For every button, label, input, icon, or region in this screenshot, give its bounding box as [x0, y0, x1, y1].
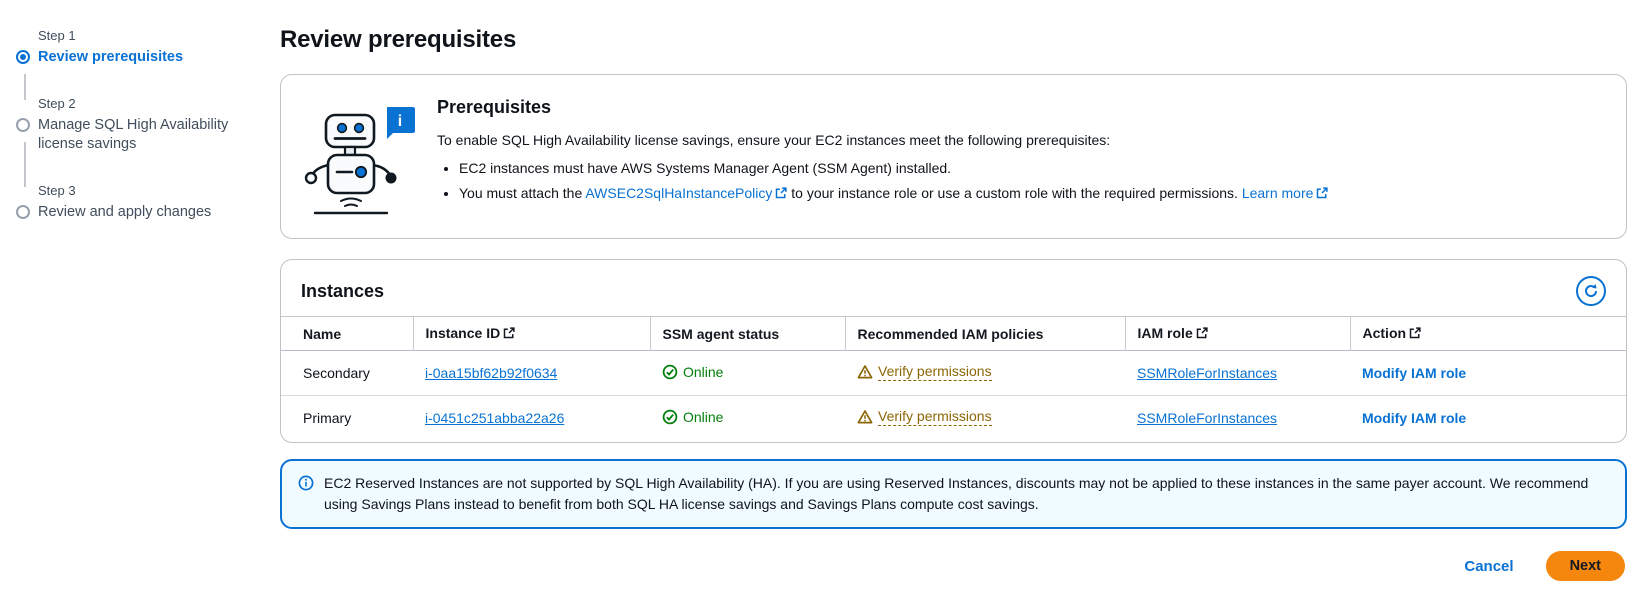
- cancel-button[interactable]: Cancel: [1464, 558, 1513, 575]
- iam-role-link[interactable]: SSMRoleForInstances: [1137, 410, 1277, 426]
- table-row: Primary i-0451c251abba22a26 Online Verif…: [281, 396, 1626, 443]
- step-item-2: Step 2 Manage SQL High Availability lice…: [16, 96, 266, 183]
- step-1-radio-icon[interactable]: [16, 50, 30, 64]
- table-row: Secondary i-0aa15bf62b92f0634 Online Ver…: [281, 351, 1626, 396]
- step-2-title[interactable]: Manage SQL High Availability license sav…: [38, 116, 253, 155]
- svg-text:i: i: [398, 113, 402, 130]
- modify-iam-role-button[interactable]: Modify IAM role: [1362, 365, 1466, 381]
- col-header-ssm-status: SSM agent status: [650, 317, 845, 351]
- modify-iam-role-button[interactable]: Modify IAM role: [1362, 410, 1466, 426]
- step-item-3: Step 3 Review and apply changes: [16, 183, 266, 251]
- iam-role-link[interactable]: SSMRoleForInstances: [1137, 365, 1277, 381]
- step-1-label: Step 1: [38, 28, 266, 43]
- policy-text-post: to your instance role or use a custom ro…: [791, 185, 1238, 201]
- step-3-title[interactable]: Review and apply changes: [38, 203, 253, 223]
- step-1-title[interactable]: Review prerequisites: [38, 48, 253, 68]
- col-header-action: Action: [1350, 317, 1626, 351]
- robot-illustration: i: [299, 89, 419, 220]
- external-link-icon: [775, 186, 787, 202]
- warning-icon: [857, 364, 873, 380]
- next-button[interactable]: Next: [1546, 551, 1625, 581]
- refresh-icon: [1583, 283, 1599, 299]
- col-header-instance-id: Instance ID: [413, 317, 650, 351]
- col-header-iam-role: IAM role: [1125, 317, 1350, 351]
- check-circle-icon: [662, 409, 678, 425]
- info-alert: EC2 Reserved Instances are not supported…: [280, 459, 1627, 529]
- step-2-label: Step 2: [38, 96, 266, 111]
- learn-more-link[interactable]: Learn more: [1242, 185, 1329, 201]
- step-3-radio-icon[interactable]: [16, 205, 30, 219]
- prerequisite-item-policy: You must attach the AWSEC2SqlHaInstanceP…: [459, 185, 1328, 202]
- verify-permissions-link[interactable]: Verify permissions: [857, 408, 992, 426]
- info-circle-icon: [298, 473, 314, 515]
- step-item-1: Step 1 Review prerequisites: [16, 28, 266, 96]
- info-alert-text: EC2 Reserved Instances are not supported…: [324, 473, 1609, 515]
- instances-title: Instances: [301, 281, 384, 302]
- prerequisites-intro: To enable SQL High Availability license …: [437, 132, 1328, 148]
- prerequisite-item-ssm: EC2 instances must have AWS Systems Mana…: [459, 160, 1328, 176]
- info-bubble-icon: i: [387, 107, 415, 139]
- instance-id-link[interactable]: i-0aa15bf62b92f0634: [425, 365, 557, 381]
- instances-card: Instances Name Instance ID SSM agent sta…: [280, 259, 1627, 443]
- policy-link[interactable]: AWSEC2SqlHaInstancePolicy: [585, 185, 787, 201]
- prerequisites-title: Prerequisites: [437, 97, 1328, 118]
- refresh-button[interactable]: [1576, 276, 1606, 306]
- external-link-icon: [1409, 326, 1421, 342]
- verify-permissions-link[interactable]: Verify permissions: [857, 363, 992, 381]
- status-badge: Online: [662, 409, 723, 425]
- main-content: Review prerequisites i: [266, 0, 1636, 594]
- warning-icon: [857, 409, 873, 425]
- instances-table: Name Instance ID SSM agent status Recomm…: [281, 316, 1626, 442]
- status-badge: Online: [662, 364, 723, 380]
- cell-name: Secondary: [281, 351, 413, 396]
- check-circle-icon: [662, 364, 678, 380]
- prerequisites-card: i: [280, 74, 1627, 239]
- step-3-label: Step 3: [38, 183, 266, 198]
- col-header-name: Name: [281, 317, 413, 351]
- table-header-row: Name Instance ID SSM agent status Recomm…: [281, 317, 1626, 351]
- external-link-icon: [1316, 186, 1328, 202]
- instance-id-link[interactable]: i-0451c251abba22a26: [425, 410, 564, 426]
- policy-text-pre: You must attach the: [459, 185, 582, 201]
- prerequisite-ssm-text: EC2 instances must have AWS Systems Mana…: [459, 160, 951, 176]
- wizard-actions: Cancel Next: [280, 549, 1627, 581]
- wizard-page: Step 1 Review prerequisites Step 2 Manag…: [0, 0, 1636, 594]
- step-2-radio-icon[interactable]: [16, 118, 30, 132]
- external-link-icon: [1196, 326, 1208, 342]
- page-title: Review prerequisites: [280, 26, 1627, 54]
- cell-name: Primary: [281, 396, 413, 443]
- external-link-icon: [503, 326, 515, 342]
- col-header-iam-policies: Recommended IAM policies: [845, 317, 1125, 351]
- wizard-steps-nav: Step 1 Review prerequisites Step 2 Manag…: [0, 0, 266, 594]
